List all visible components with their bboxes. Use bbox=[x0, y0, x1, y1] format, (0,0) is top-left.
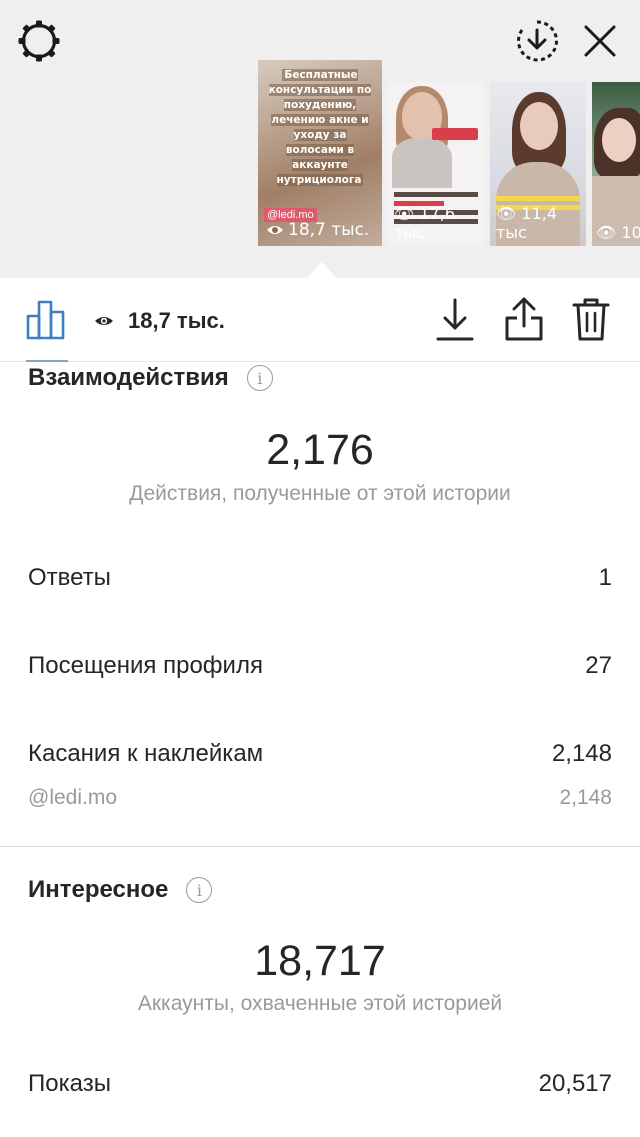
eye-icon bbox=[267, 226, 283, 234]
download-circle-icon bbox=[517, 20, 558, 62]
metric-value: 2,148 bbox=[559, 786, 612, 809]
metric-row-impressions: Показы 20,517 bbox=[28, 1070, 612, 1098]
story-thumbnail[interactable]: 👁 17,6 тыс bbox=[388, 82, 484, 246]
discovery-total: 18,717 bbox=[254, 937, 386, 985]
metric-label: Показы bbox=[28, 1070, 111, 1097]
discovery-section-header: Интересное i bbox=[28, 876, 213, 904]
story-views-count: 11,4 тыс bbox=[496, 204, 558, 242]
metric-label: Посещения профиля bbox=[28, 652, 263, 679]
interactions-total: 2,176 bbox=[266, 426, 374, 474]
share-icon bbox=[505, 297, 543, 341]
story-views-count: 17,6 тыс bbox=[394, 204, 456, 242]
metric-label: Касания к наклейкам bbox=[28, 740, 264, 767]
metric-label: Ответы bbox=[28, 564, 111, 591]
insights-tab-underline bbox=[26, 360, 68, 362]
share-button[interactable] bbox=[504, 296, 544, 342]
metric-label: @ledi.mo bbox=[28, 786, 118, 809]
download-button[interactable] bbox=[436, 298, 474, 342]
download-circle-button[interactable] bbox=[512, 16, 562, 66]
story-strip-area: Бесплатные консультации по похудению, ле… bbox=[0, 0, 640, 279]
toolbar-views-count: 18,7 тыс. bbox=[128, 308, 225, 333]
metric-value: 20,517 bbox=[538, 1070, 612, 1097]
story-views-count: 10 bbox=[621, 223, 640, 242]
delete-button[interactable] bbox=[572, 296, 610, 342]
metric-row-replies: Ответы 1 bbox=[28, 564, 612, 592]
trash-icon bbox=[572, 298, 610, 341]
insights-toolbar: 18,7 тыс. bbox=[0, 278, 640, 362]
metric-row-sticker-taps: Касания к наклейкам 2,148 bbox=[28, 740, 612, 768]
settings-icon bbox=[18, 20, 60, 62]
metric-row-profile-visits: Посещения профиля 27 bbox=[28, 652, 612, 680]
info-icon[interactable]: i bbox=[186, 877, 213, 903]
discovery-title: Интересное bbox=[28, 876, 169, 903]
eye-icon bbox=[95, 317, 113, 325]
story-caption: Бесплатные консультации по похудению, ле… bbox=[268, 69, 372, 186]
story-views: 👁 11,4 тыс bbox=[496, 204, 558, 242]
metric-value: 1 bbox=[598, 564, 612, 591]
selection-pointer bbox=[306, 262, 338, 279]
interactions-title: Взаимодействия bbox=[28, 364, 229, 391]
insights-tab[interactable] bbox=[26, 298, 68, 340]
story-thumbnail-selected[interactable]: Бесплатные консультации по похудению, ле… bbox=[258, 60, 382, 246]
settings-button[interactable] bbox=[14, 16, 64, 66]
section-divider bbox=[0, 846, 640, 847]
story-thumbnail[interactable]: 👁 11,4 тыс bbox=[490, 82, 586, 246]
info-icon[interactable]: i bbox=[246, 365, 273, 391]
close-button[interactable] bbox=[576, 16, 624, 66]
metric-value: 27 bbox=[585, 652, 612, 679]
story-views-count: 18,7 тыс. bbox=[288, 220, 370, 240]
insights-chart-icon bbox=[26, 300, 65, 340]
story-views: 👁 10 bbox=[596, 223, 640, 242]
toolbar-views: 18,7 тыс. bbox=[94, 308, 225, 334]
metric-value: 2,148 bbox=[551, 740, 612, 767]
story-views: 👁 17,6 тыс bbox=[394, 204, 456, 242]
metric-row-sticker-detail: @ledi.mo 2,148 bbox=[28, 786, 612, 810]
download-icon bbox=[436, 298, 474, 341]
interactions-section-header: Взаимодействия i bbox=[28, 364, 273, 392]
story-views: 18,7 тыс. bbox=[266, 220, 369, 240]
story-thumbnail[interactable]: 👁 10 bbox=[592, 82, 640, 246]
discovery-total-caption: Аккаунты, охваченные этой историей bbox=[137, 992, 503, 1015]
interactions-total-caption: Действия, полученные от этой истории bbox=[129, 482, 511, 505]
close-icon bbox=[584, 25, 616, 57]
